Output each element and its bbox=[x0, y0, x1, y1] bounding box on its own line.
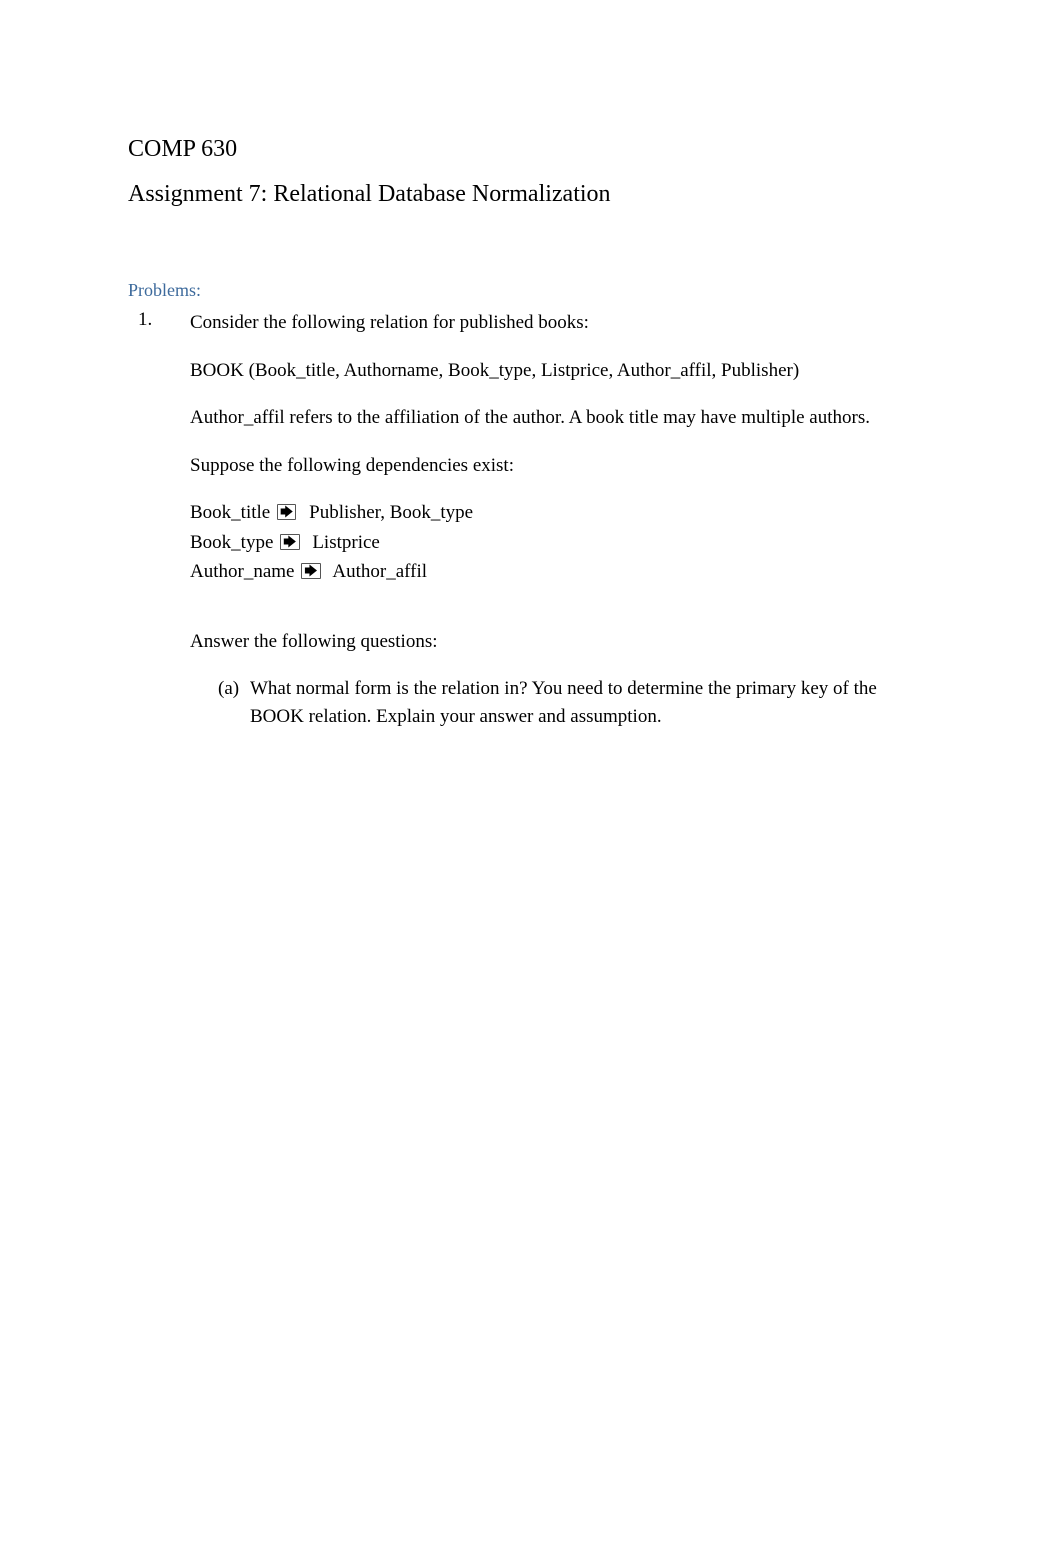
dep2-right: Listprice bbox=[308, 532, 380, 553]
arrow-icon: 🡆 bbox=[277, 504, 296, 520]
problem-intro: Consider the following relation for publ… bbox=[190, 309, 934, 337]
dependency-2: Book_type 🡆 Listprice bbox=[190, 529, 934, 557]
suppose-dependencies: Suppose the following dependencies exist… bbox=[190, 452, 934, 480]
dependency-1: Book_title 🡆 Publisher, Book_type bbox=[190, 499, 934, 527]
sub-question-a: (a) What normal form is the relation in?… bbox=[220, 675, 934, 730]
dep2-left: Book_type bbox=[190, 532, 273, 553]
dep3-left: Author_name bbox=[190, 561, 294, 582]
dependency-group: Book_title 🡆 Publisher, Book_type Book_t… bbox=[190, 499, 934, 586]
answer-intro: Answer the following questions: bbox=[190, 628, 934, 656]
section-heading-problems: Problems: bbox=[128, 280, 934, 301]
dependency-3: Author_name 🡆 Author_affil bbox=[190, 558, 934, 586]
sub-question-list: (a) What normal form is the relation in?… bbox=[190, 675, 934, 730]
problem-list: 1. Consider the following relation for p… bbox=[128, 309, 934, 730]
problem-item-1: 1. Consider the following relation for p… bbox=[166, 309, 934, 730]
dep3-right: Author_affil bbox=[329, 561, 427, 582]
dep1-left: Book_title bbox=[190, 502, 270, 523]
arrow-icon: 🡆 bbox=[301, 563, 320, 579]
relation-definition: BOOK (Book_title, Authorname, Book_type,… bbox=[190, 357, 934, 385]
arrow-icon: 🡆 bbox=[280, 534, 299, 550]
problem-number: 1. bbox=[138, 309, 152, 331]
course-code: COMP 630 bbox=[128, 136, 934, 163]
affiliation-note: Author_affil refers to the affiliation o… bbox=[190, 404, 934, 432]
assignment-title: Assignment 7: Relational Database Normal… bbox=[128, 181, 934, 208]
problem-body: Consider the following relation for publ… bbox=[166, 309, 934, 730]
sub-question-a-text: What normal form is the relation in? You… bbox=[250, 678, 877, 727]
sub-marker-a: (a) bbox=[218, 675, 239, 703]
dep1-right: Publisher, Book_type bbox=[304, 502, 473, 523]
